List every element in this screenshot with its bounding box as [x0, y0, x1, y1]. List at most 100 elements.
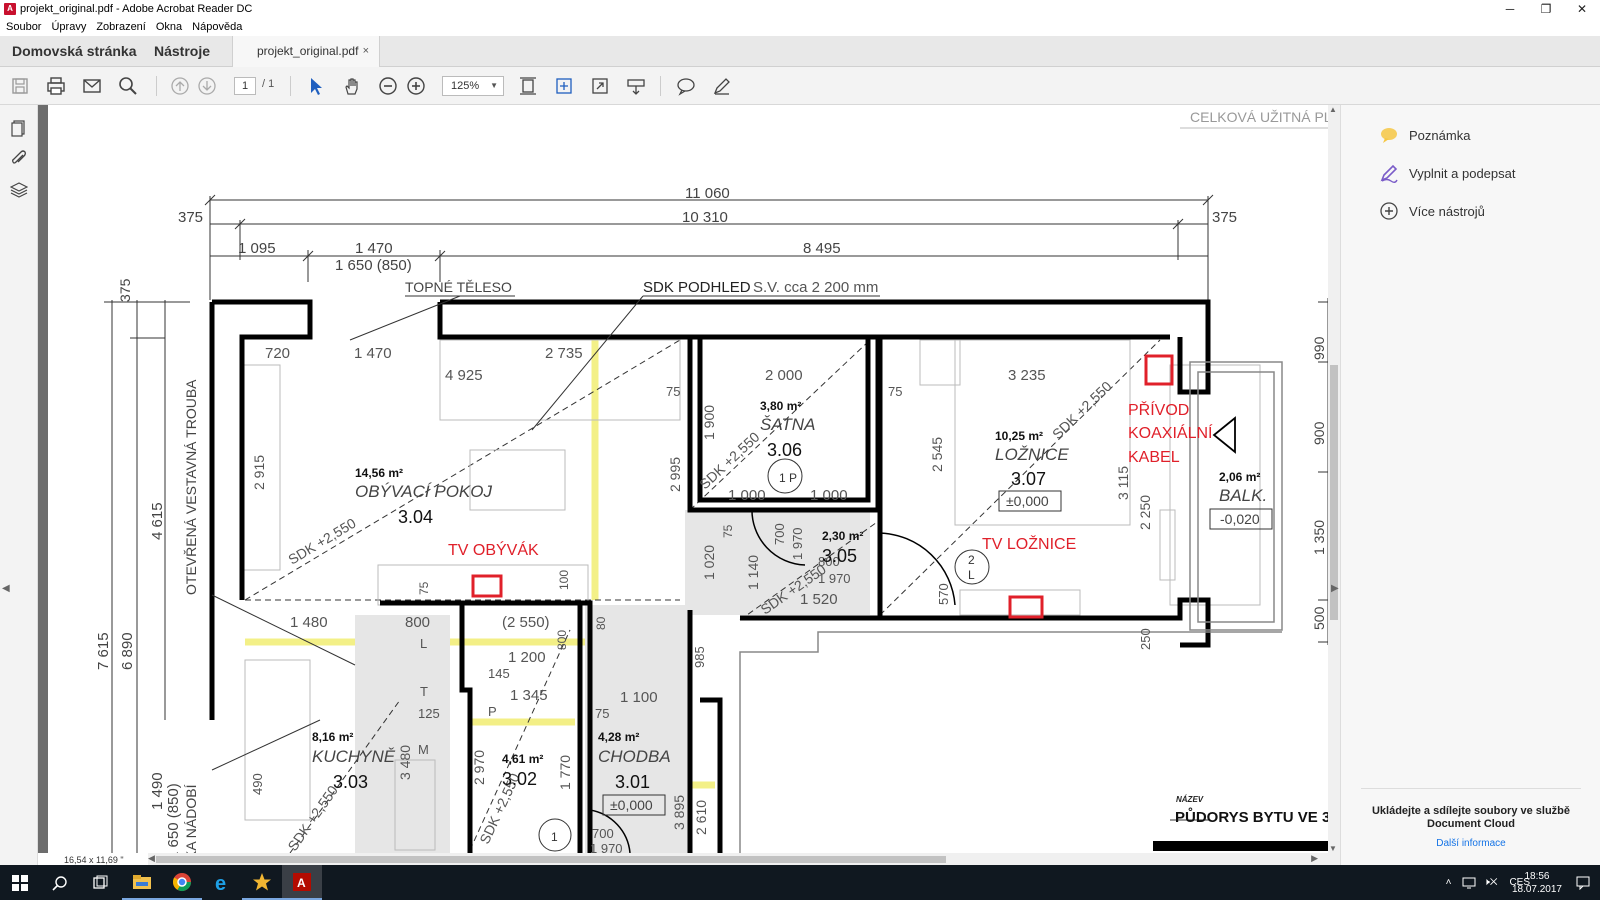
internet-explorer-icon[interactable]: e [202, 865, 242, 900]
room-num-3-05: 3.05 [822, 546, 857, 566]
tool-fill-sign[interactable]: Vyplnit a podepsat [1379, 163, 1515, 183]
mark-m: M [418, 742, 429, 757]
room-level-3-01: ±0,000 [610, 797, 653, 813]
email-icon[interactable] [82, 76, 102, 96]
print-icon[interactable] [46, 76, 66, 96]
fit-width-icon[interactable] [554, 76, 574, 96]
previous-page-icon[interactable] [170, 76, 190, 96]
zoom-in-icon[interactable] [406, 76, 426, 96]
menu-view[interactable]: Zobrazení [96, 21, 146, 33]
room-area-balk: 2,06 m² [1219, 470, 1260, 484]
dim-seg2b: 1 650 (850) [335, 257, 412, 274]
toolbar-separator [290, 76, 291, 96]
mark-p: P [488, 704, 497, 719]
attachment-icon[interactable] [10, 149, 28, 167]
file-explorer-icon[interactable] [122, 865, 162, 900]
dim-75c: 75 [595, 706, 609, 721]
dim-145: 145 [488, 666, 510, 681]
full-screen-icon[interactable] [590, 76, 610, 96]
menu-edit[interactable]: Úpravy [51, 21, 86, 33]
fit-page-icon[interactable] [518, 76, 538, 96]
vertical-scroll-thumb[interactable] [1330, 365, 1338, 620]
tray-expand-icon[interactable]: ˄ [1446, 877, 1452, 888]
dim-570: 570 [936, 583, 951, 605]
tab-document[interactable]: projekt_original.pdf × [232, 36, 380, 67]
minimize-button[interactable]: ─ [1492, 0, 1528, 18]
document-viewport[interactable]: CELKOVÁ UŽITNÁ PL 11 060 10 310 375 375 … [38, 105, 1338, 853]
chrome-icon[interactable] [162, 865, 202, 900]
vertical-scrollbar[interactable]: ▲ ▼ [1328, 105, 1340, 853]
notifications-icon[interactable] [1566, 865, 1600, 900]
menu-help[interactable]: Nápověda [192, 21, 242, 33]
close-tab-icon[interactable]: × [363, 36, 369, 67]
expand-right-icon[interactable]: ▶ [1331, 583, 1339, 594]
save-icon[interactable] [10, 76, 30, 96]
tab-home[interactable]: Domovská stránka [12, 36, 137, 67]
room-area-3-07: 10,25 m² [995, 429, 1043, 443]
volume-muted-icon[interactable]: 🕨✕ [1484, 877, 1498, 888]
room-name-3-03: KUCHYNĚ [312, 747, 396, 766]
label-sdk-sv: S.V. cca 2 200 mm [753, 279, 878, 296]
door-letter-p: P [789, 471, 797, 485]
zoom-value: 125% [451, 80, 480, 92]
page-thumbnails-icon[interactable] [10, 119, 28, 137]
collapse-left-icon[interactable]: ◀ [2, 583, 10, 594]
zoom-select[interactable]: 125% ▼ [442, 76, 504, 96]
label-trouba: OTEVŘENÁ VESTAVNÁ TROUBA [183, 379, 199, 595]
tool-more[interactable]: Více nástrojů [1379, 201, 1485, 221]
title-block-name-label: NÁZEV [1176, 795, 1204, 804]
hand-tool-icon[interactable] [342, 76, 362, 96]
dim-700: 700 [772, 523, 787, 545]
scroll-down-icon[interactable]: ▼ [1329, 844, 1337, 853]
comment-icon[interactable] [676, 76, 696, 96]
search-icon[interactable] [118, 76, 138, 96]
document-cloud-promo: Ukládejte a sdílejte soubory ve službě D… [1361, 788, 1581, 831]
clock[interactable]: 18:56 18.07.2017 [1512, 870, 1562, 896]
page-number-input[interactable]: 1 [234, 77, 256, 95]
tab-tools[interactable]: Nástroje [154, 36, 210, 67]
dim-75b: 75 [888, 384, 902, 399]
dim-3235: 3 235 [1008, 367, 1046, 384]
dim-1970a: 1 970 [790, 527, 805, 560]
sdk-label-6: SDK +2,550 [284, 782, 341, 853]
task-view-icon[interactable] [80, 865, 120, 900]
window-title: projekt_original.pdf - Adobe Acrobat Rea… [20, 3, 253, 15]
dim-490: 490 [250, 773, 265, 795]
select-arrow-icon[interactable] [306, 76, 326, 96]
dim-1000a: 1 000 [728, 487, 766, 504]
next-page-icon[interactable] [197, 76, 217, 96]
mark-t: T [420, 684, 428, 699]
close-button[interactable]: ✕ [1564, 0, 1600, 18]
network-icon[interactable] [1462, 877, 1476, 889]
horizontal-scroll-thumb[interactable] [156, 856, 946, 863]
zoom-out-icon[interactable] [378, 76, 398, 96]
sign-pen-icon[interactable] [712, 76, 732, 96]
tool-comment[interactable]: Poznámka [1379, 125, 1470, 145]
star-app-icon[interactable] [242, 865, 282, 900]
mark-l: L [420, 636, 427, 651]
plus-circle-icon [1380, 202, 1398, 220]
tool-comment-label: Poznámka [1409, 127, 1471, 143]
dim-7615: 7 615 [95, 632, 112, 670]
scroll-left-icon[interactable]: ◀ [148, 853, 155, 864]
page-total: / 1 [262, 78, 275, 90]
dim-2000: 2 000 [765, 367, 803, 384]
search-taskbar-icon[interactable] [40, 865, 80, 900]
scroll-up-icon[interactable]: ▲ [1329, 105, 1337, 114]
menu-window[interactable]: Okna [156, 21, 182, 33]
annotation-tv-loznice: TV LOŽNICE [982, 534, 1076, 553]
horizontal-scrollbar[interactable]: ◀ ▶ [148, 853, 1340, 865]
menu-file[interactable]: Soubor [6, 21, 41, 33]
clock-date: 18.07.2017 [1511, 884, 1562, 895]
dim-1650: 1 650 (850) [165, 783, 182, 853]
toolbar-separator [156, 76, 157, 96]
layers-icon[interactable] [9, 181, 29, 199]
start-button[interactable] [0, 865, 40, 900]
more-info-link[interactable]: Další informace [1361, 838, 1581, 849]
scroll-right-icon[interactable]: ▶ [1311, 853, 1318, 864]
measure-icon[interactable] [626, 76, 646, 96]
restore-button[interactable]: ❐ [1528, 0, 1564, 18]
header-label: CELKOVÁ UŽITNÁ PL [1190, 109, 1332, 125]
window-controls: ─ ❐ ✕ [1492, 0, 1600, 18]
acrobat-taskbar-icon[interactable]: A [282, 865, 322, 900]
